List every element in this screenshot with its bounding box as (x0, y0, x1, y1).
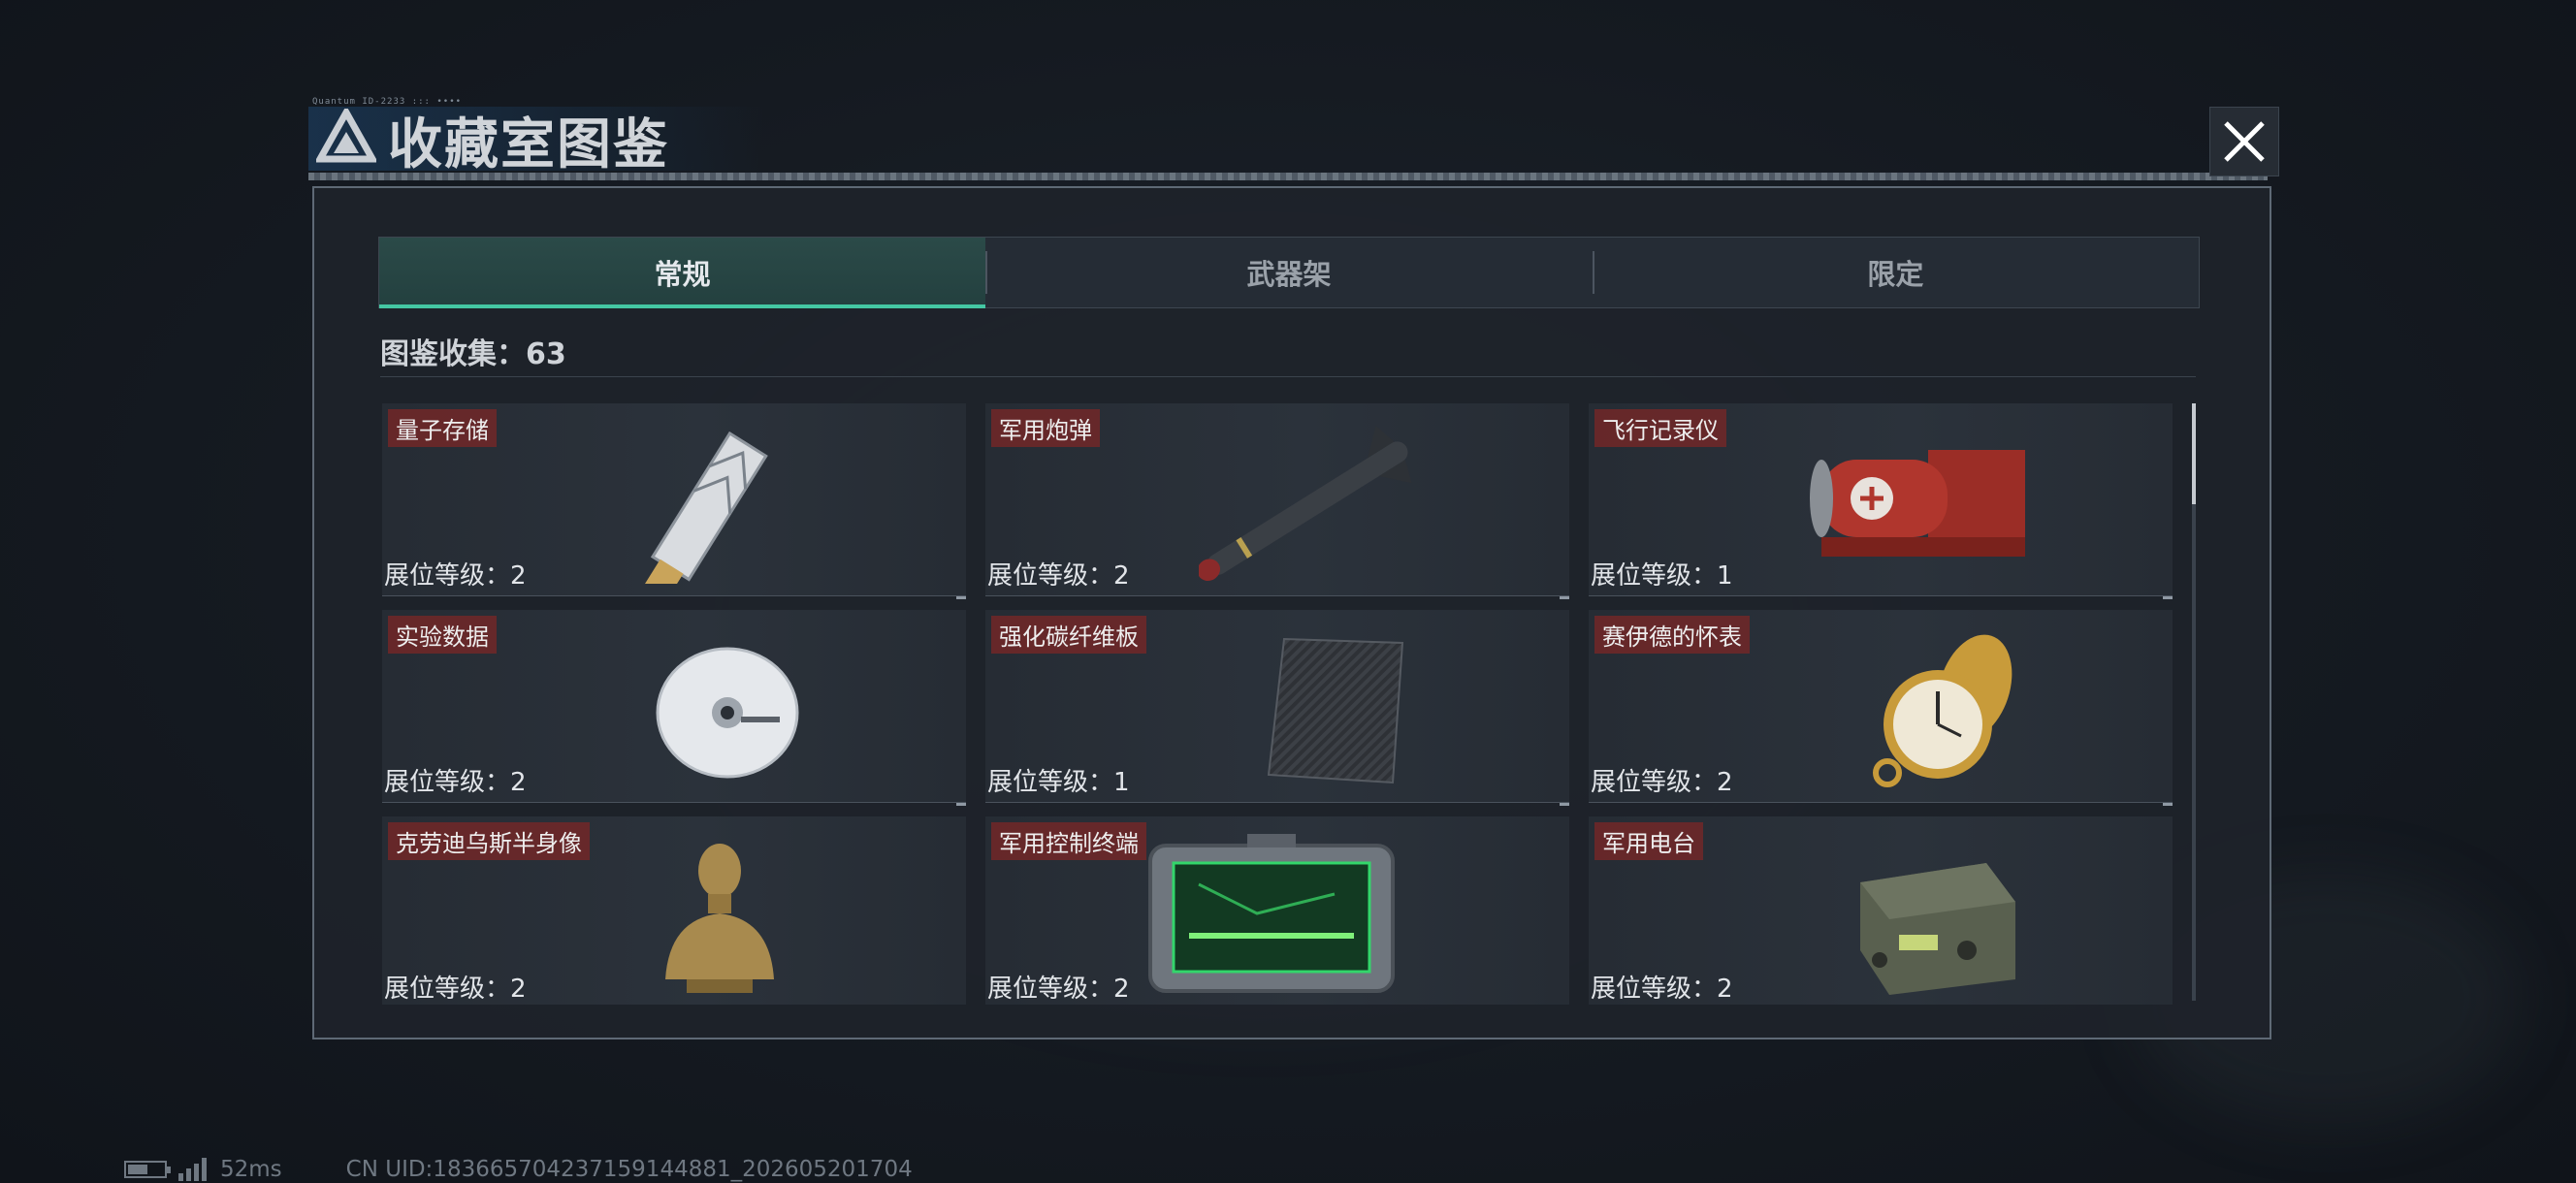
item-card[interactable]: 军用电台 展位等级：2 (1589, 816, 2173, 1005)
item-name: 军用炮弹 (991, 409, 1100, 447)
item-level: 展位等级：2 (987, 556, 1130, 592)
divider (380, 376, 2196, 377)
level-value: 2 (510, 561, 527, 591)
scrollbar-thumb[interactable] (2192, 403, 2196, 504)
level-value: 2 (510, 975, 527, 1004)
item-name: 实验数据 (388, 616, 497, 654)
radio-icon (1802, 834, 2035, 997)
tab-limited[interactable]: 限定 (1592, 238, 2199, 307)
level-label: 展位等级： (384, 561, 511, 591)
close-button[interactable] (2209, 107, 2279, 176)
level-value: 2 (1717, 975, 1733, 1004)
item-card[interactable]: 飞行记录仪 展位等级：1 (1589, 403, 2173, 599)
triangle-logo-icon (314, 105, 378, 163)
item-level: 展位等级：2 (384, 556, 527, 592)
missile-icon (1197, 421, 1432, 584)
item-card[interactable]: 量子存储 展位等级：2 (382, 403, 966, 602)
level-label: 展位等级： (987, 561, 1114, 591)
header-divider (308, 173, 2268, 180)
status-bar: 52ms CN UID:183665704237159144881_202605… (124, 1156, 913, 1183)
item-level: 展位等级：1 (987, 762, 1130, 798)
item-card[interactable]: 实验数据 展位等级：2 (382, 610, 966, 806)
level-label: 展位等级： (1591, 975, 1718, 1004)
usb-drive-icon (596, 421, 828, 602)
level-label: 展位等级： (987, 768, 1114, 797)
item-card[interactable]: 赛伊德的怀表 展位等级：2 (1589, 610, 2173, 806)
pocket-watch-icon (1802, 627, 2035, 790)
close-icon (2224, 121, 2265, 162)
scrollbar[interactable] (2192, 403, 2196, 1001)
item-name: 强化碳纤维板 (991, 616, 1146, 654)
item-name: 军用电台 (1594, 822, 1703, 860)
level-value: 2 (1113, 561, 1130, 591)
tab-weapon-rack[interactable]: 武器架 (985, 238, 1592, 307)
collection-count: 图鉴收集：63 (380, 337, 566, 371)
item-level: 展位等级：2 (1591, 969, 1733, 1005)
level-label: 展位等级： (384, 768, 511, 797)
item-card[interactable]: 克劳迪乌斯半身像 展位等级：2 (382, 816, 966, 1005)
control-terminal-icon (1141, 826, 1402, 1001)
item-name: 飞行记录仪 (1594, 409, 1726, 447)
level-label: 展位等级： (1591, 768, 1718, 797)
level-value: 2 (1113, 975, 1130, 1004)
level-label: 展位等级： (987, 975, 1114, 1004)
carbon-plate-icon (1199, 627, 1432, 790)
battery-icon (124, 1161, 171, 1178)
user-uid: CN UID:183665704237159144881_20260520170… (345, 1157, 913, 1182)
item-name: 克劳迪乌斯半身像 (388, 822, 590, 860)
item-card[interactable]: 军用炮弹 展位等级：2 (985, 403, 1569, 599)
item-name: 赛伊德的怀表 (1594, 616, 1750, 654)
level-value: 2 (510, 768, 527, 797)
tab-regular[interactable]: 常规 (379, 238, 986, 308)
page-title: 收藏室图鉴 (388, 113, 669, 176)
item-level: 展位等级：2 (987, 969, 1130, 1005)
disc-icon (596, 627, 828, 790)
level-value: 1 (1113, 768, 1130, 797)
item-level: 展位等级：2 (1591, 762, 1733, 798)
level-label: 展位等级： (384, 975, 511, 1004)
level-value: 1 (1717, 561, 1733, 591)
item-name: 量子存储 (388, 409, 497, 447)
item-level: 展位等级：2 (384, 762, 527, 798)
item-card[interactable]: 强化碳纤维板 展位等级：1 (985, 610, 1569, 806)
bust-icon (596, 834, 828, 997)
tab-bar: 常规 武器架 限定 (378, 237, 2200, 308)
dialog-header: Quantum ID-2233 ::: •••• 收藏室图鉴 (308, 97, 2279, 184)
item-card[interactable]: 军用控制终端 展位等级：2 (985, 816, 1569, 1005)
level-value: 2 (1717, 768, 1733, 797)
flight-recorder-icon (1783, 421, 2045, 584)
collection-panel: 常规 武器架 限定 图鉴收集：63 量子存储 展位等级：2 军用炮弹 展位等级：… (312, 186, 2271, 1039)
item-level: 展位等级：2 (384, 969, 527, 1005)
item-name: 军用控制终端 (991, 822, 1146, 860)
signal-icon (178, 1158, 207, 1181)
level-label: 展位等级： (1591, 561, 1718, 591)
item-grid: 量子存储 展位等级：2 军用炮弹 展位等级：2 飞行记录仪 展位等级：1 实验数… (382, 403, 2178, 1005)
item-level: 展位等级：1 (1591, 556, 1733, 592)
ping-value: 52ms (220, 1157, 282, 1182)
